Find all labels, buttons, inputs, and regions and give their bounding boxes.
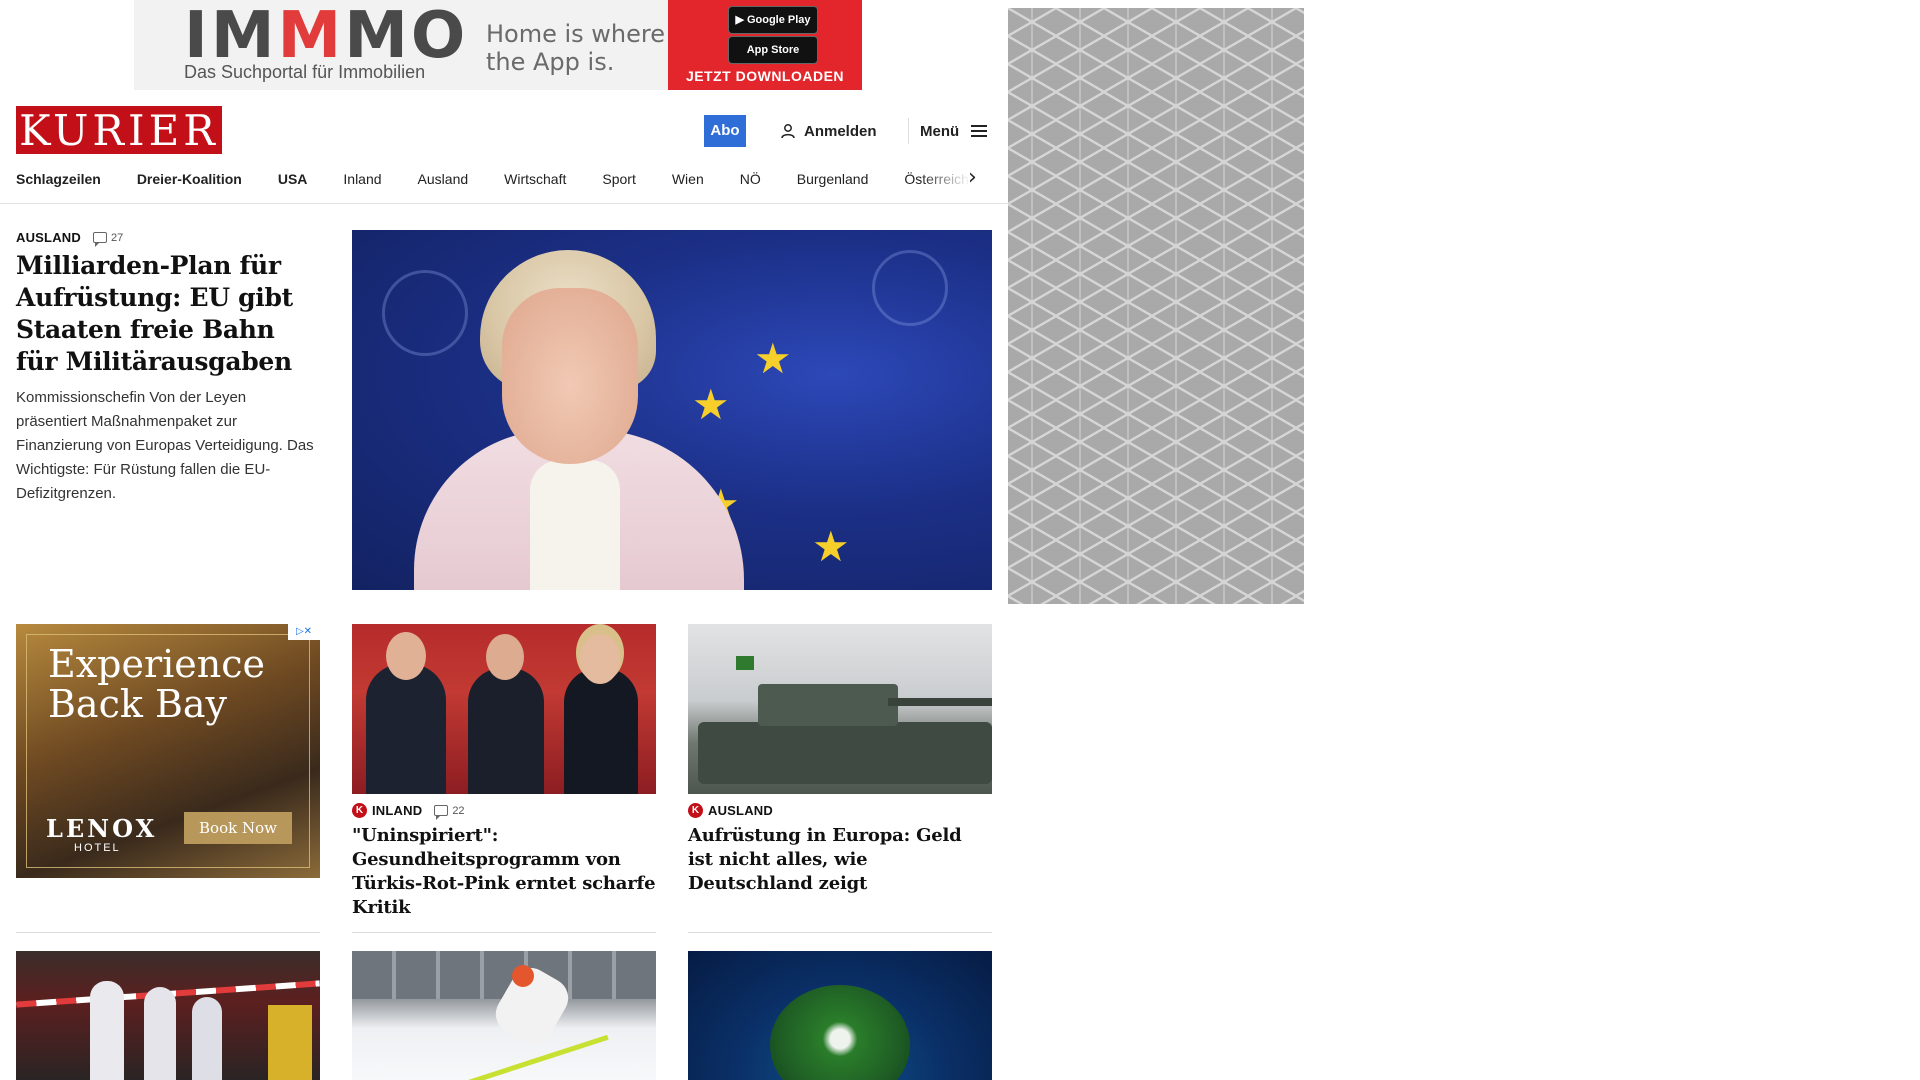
nav-item-noe[interactable]: NÖ: [740, 171, 761, 187]
user-icon: [781, 124, 795, 139]
comment-icon: [92, 232, 107, 247]
nav-item-usa[interactable]: USA: [278, 171, 308, 187]
lead-headline[interactable]: Milliarden-Plan für Aufrüstung: EU gibt …: [16, 250, 316, 378]
hotel-ad[interactable]: Experience Back Bay LENOX HOTEL Book Now…: [16, 624, 320, 878]
nav-item-inland[interactable]: Inland: [343, 171, 381, 187]
wall-emblem: [872, 250, 948, 326]
nav-item-dreier-koalition[interactable]: Dreier-Koalition: [137, 171, 242, 187]
kurier-logo[interactable]: KURIER: [16, 106, 222, 155]
lead-meta: AUSLAND 27: [16, 230, 124, 247]
nav-item-ausland[interactable]: Ausland: [418, 171, 469, 187]
card-category-inland[interactable]: INLAND: [372, 803, 422, 818]
login-label: Anmelden: [804, 122, 877, 140]
ad-download-cta[interactable]: JETZT DOWNLOADEN: [668, 68, 862, 84]
lead-teaser: Kommissionschefin Von der Leyen präsenti…: [16, 389, 314, 502]
flag-star-icon: ★: [812, 522, 850, 571]
flag-star-icon: ★: [754, 334, 792, 383]
ad-tagline: Home is where the App is.: [486, 20, 666, 76]
chevron-right-icon[interactable]: ›: [968, 166, 977, 190]
row-divider: [352, 932, 656, 933]
comment-icon: [434, 805, 449, 820]
wall-emblem: [382, 270, 468, 356]
card-comment-count: 22: [452, 804, 465, 817]
skyscraper-ad[interactable]: [1008, 8, 1304, 604]
login-button[interactable]: Anmelden: [780, 118, 877, 144]
nav-item-sport[interactable]: Sport: [602, 171, 635, 187]
person-face: [502, 288, 638, 464]
google-play-button[interactable]: ▶ Google Play: [728, 6, 818, 34]
card-image-island[interactable]: [688, 951, 992, 1080]
lead-image[interactable]: ★ ★ ★ ★: [352, 230, 992, 590]
top-ad-banner[interactable]: IMMMO Das Suchportal für Immobilien Home…: [134, 0, 862, 90]
card-image-ausland[interactable]: [688, 624, 992, 794]
card-headline-inland[interactable]: "Uninspiriert": Gesundheitsprogramm von …: [352, 824, 656, 920]
ad-headline: Experience Back Bay: [48, 642, 266, 726]
immmo-logo: IMMMO: [184, 0, 469, 73]
card-headline-ausland[interactable]: Aufrüstung in Europa: Geld ist nicht all…: [688, 824, 992, 896]
ad-hotel-logo: LENOX: [46, 814, 158, 843]
card-comments-inland[interactable]: 22: [434, 804, 465, 820]
menu-button[interactable]: Menü: [920, 118, 988, 144]
person-blouse: [530, 460, 620, 590]
lead-comments[interactable]: 27: [92, 231, 124, 247]
kurier-k-icon: K: [352, 803, 367, 818]
card-image-ski[interactable]: [352, 951, 656, 1080]
lead-category[interactable]: AUSLAND: [16, 230, 81, 245]
ad-choices-icon[interactable]: ▷✕: [288, 624, 320, 640]
ad-download-panel[interactable]: ▶ Google Play App Store JETZT DOWNLOADEN: [668, 0, 862, 90]
nav-divider: [0, 203, 1008, 204]
row-divider: [16, 932, 320, 933]
card-meta-ausland: K AUSLAND: [688, 803, 773, 818]
nav-item-schlagzeilen[interactable]: Schlagzeilen: [16, 171, 101, 187]
hamburger-icon: [971, 125, 988, 137]
header-divider: [908, 118, 909, 144]
kurier-k-icon: K: [688, 803, 703, 818]
card-meta-inland: K INLAND 22: [352, 803, 465, 820]
row-divider: [688, 932, 992, 933]
nav-fade: [920, 162, 992, 196]
ad-subtitle: Das Suchportal für Immobilien: [184, 62, 426, 82]
card-image-police[interactable]: [16, 951, 320, 1080]
section-nav: Schlagzeilen Dreier-Koalition USA Inland…: [16, 166, 986, 192]
nav-item-burgenland[interactable]: Burgenland: [797, 171, 869, 187]
card-category-ausland[interactable]: AUSLAND: [708, 803, 773, 818]
lead-comment-count: 27: [110, 231, 124, 244]
menu-label: Menü: [920, 122, 960, 140]
book-now-button[interactable]: Book Now: [184, 812, 292, 844]
flag-star-icon: ★: [692, 380, 730, 429]
nav-item-wirtschaft[interactable]: Wirtschaft: [504, 171, 566, 187]
card-image-inland[interactable]: [352, 624, 656, 794]
app-store-button[interactable]: App Store: [728, 36, 818, 64]
ad-hotel-word: HOTEL: [74, 842, 121, 854]
abo-button[interactable]: Abo: [704, 115, 746, 147]
nav-item-wien[interactable]: Wien: [672, 171, 704, 187]
